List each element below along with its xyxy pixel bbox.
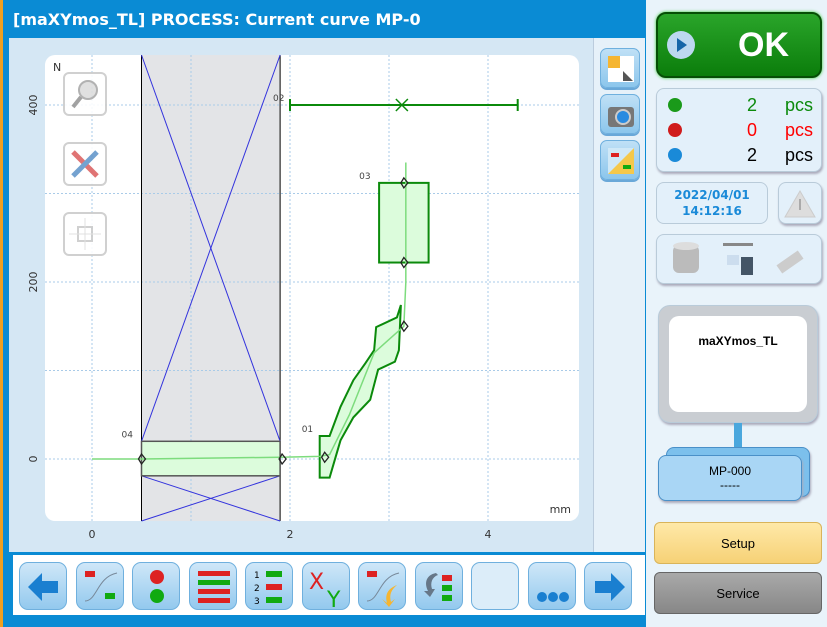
y-tick-label: 200 [27, 272, 40, 293]
svg-text:2: 2 [254, 584, 260, 594]
zoom-button[interactable] [63, 72, 107, 116]
tools-icon [71, 150, 99, 178]
status-panel: OK 2 pcs 0 pcs 2 pcs 2022/04/01 14:12:16… [648, 0, 827, 627]
ok-unit: pcs [785, 95, 814, 115]
nok-frown-icon [668, 123, 682, 137]
xy-button[interactable]: XY [301, 562, 350, 613]
x-tick-label: 4 [485, 528, 492, 541]
element-label: 03 [359, 172, 370, 182]
chart-panel: 0 2 4 0 200 400 Nmm 01 02 03 04 [9, 38, 645, 552]
device-name: maXYmos_TL [669, 316, 807, 412]
traffic-light-button[interactable] [132, 562, 180, 610]
counter-card: 2 pcs 0 pcs 2 pcs [656, 88, 822, 172]
curve-view-button[interactable] [75, 562, 124, 610]
y-tick-label: 400 [27, 95, 40, 116]
x-axis-label: mm [550, 503, 571, 516]
back-arrow-icon [28, 573, 58, 601]
svg-text:X: X [309, 570, 324, 595]
numbered-list-button[interactable]: 1 2 3 [245, 562, 293, 610]
forward-arrow-icon [595, 573, 625, 601]
element-label: 02 [273, 94, 284, 104]
sort-list-icon [423, 573, 452, 601]
bar-list-button[interactable] [188, 562, 237, 610]
tools-button[interactable] [63, 142, 107, 186]
x-tick-label: 0 [89, 528, 96, 541]
sum-icon [668, 148, 682, 162]
warning-icon [784, 189, 816, 218]
device-monitor: maXYmos_TL [658, 305, 818, 423]
total-count: 2 [747, 145, 758, 165]
box-03 [378, 181, 430, 264]
warning-button[interactable] [778, 182, 822, 224]
monitor-stand [734, 423, 742, 447]
nok-unit: pcs [785, 120, 814, 140]
ok-smiley-icon [668, 98, 682, 112]
crosshair-button[interactable] [63, 212, 107, 256]
xy-icon: XY [309, 570, 341, 613]
element-label: 01 [302, 425, 313, 435]
svg-text:1: 1 [254, 571, 260, 581]
mp-name: MP-000 [708, 464, 752, 478]
x-tick-label: 2 [287, 528, 294, 541]
zoom-icon [71, 80, 98, 109]
empty [472, 563, 518, 609]
result-ok-button[interactable]: OK [656, 12, 822, 78]
mp-sub: ----- [720, 478, 740, 492]
usb-icon [776, 250, 804, 274]
y-axis-label: N [53, 61, 61, 74]
nok-count: 0 [747, 120, 758, 140]
bar-list-icon [197, 571, 230, 603]
database-icon [673, 242, 699, 273]
y-tick-label: 0 [27, 456, 40, 463]
traffic-light-icon [150, 570, 164, 603]
more-icon [536, 592, 569, 602]
datetime: 2022/04/01 14:12:16 [656, 182, 768, 224]
crosshair-icon [69, 218, 101, 250]
play-icon [667, 31, 695, 59]
back-arrow-button[interactable] [19, 562, 67, 610]
curve-settings-button[interactable] [600, 140, 640, 180]
camera-icon [608, 107, 634, 127]
window-title: [maXYmos_TL] PROCESS: Current curve MP-0 [13, 10, 421, 29]
measuring-program[interactable]: MP-000 ----- [658, 455, 802, 501]
setup-button[interactable]: Setup [654, 522, 822, 564]
curve-import-button[interactable] [358, 562, 406, 610]
element-label: 04 [122, 430, 134, 440]
date: 2022/04/01 [674, 188, 750, 202]
result-text: OK [738, 26, 789, 64]
numbered-list-icon: 1 2 3 [254, 571, 282, 607]
process-window: [maXYmos_TL] PROCESS: Current curve MP-0… [0, 0, 646, 627]
total-unit: pcs [785, 145, 814, 165]
empty-button[interactable] [471, 562, 519, 610]
network-icon [723, 243, 753, 275]
camera-button[interactable] [600, 94, 640, 134]
curve-settings-icon [608, 148, 634, 174]
fit-view-icon [608, 56, 634, 82]
more-button[interactable] [527, 562, 576, 610]
curve-view-icon [84, 571, 117, 602]
side-toolbar [593, 38, 645, 552]
bottom-toolbar: 1 2 3 XY [13, 555, 645, 615]
curve-import-icon [366, 571, 400, 607]
fit-view-button[interactable] [600, 48, 640, 88]
sort-list-button[interactable] [414, 562, 463, 610]
ok-count: 2 [747, 95, 758, 115]
svg-text:3: 3 [254, 597, 260, 607]
svg-text:Y: Y [326, 588, 341, 609]
storage-card [656, 234, 822, 284]
forward-arrow-button[interactable] [584, 562, 632, 610]
service-button[interactable]: Service [654, 572, 822, 614]
time: 14:12:16 [682, 204, 742, 218]
